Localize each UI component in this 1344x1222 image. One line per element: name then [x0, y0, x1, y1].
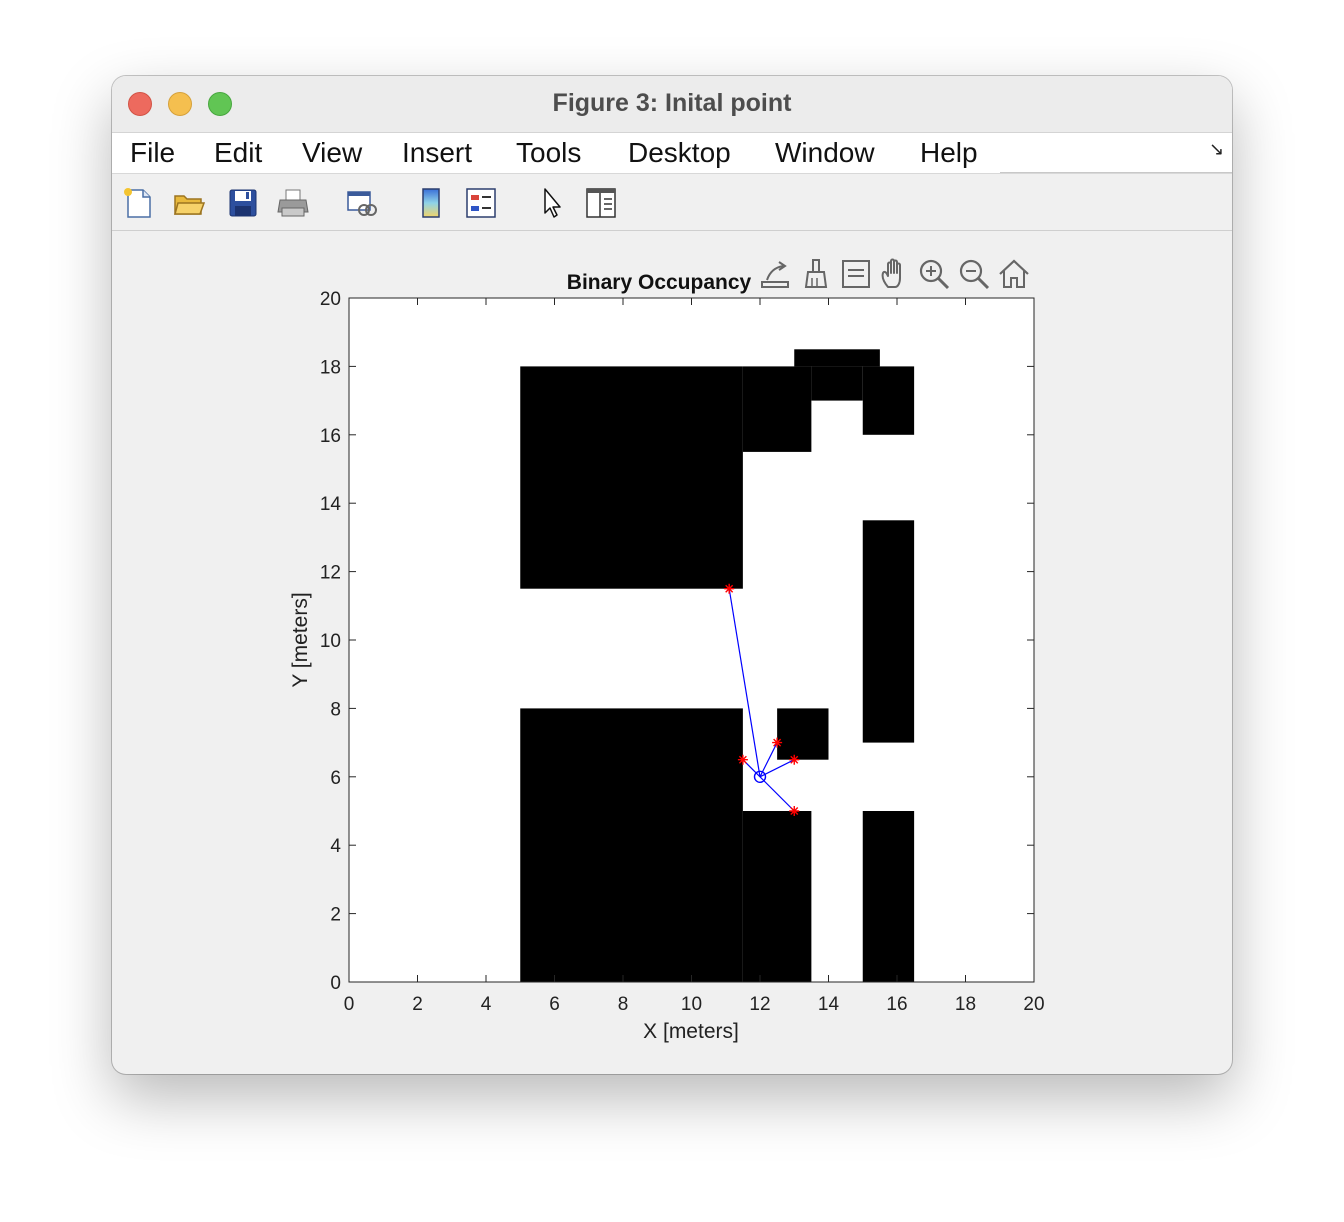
ray-endpoint-marker-4: [789, 806, 800, 816]
y-tick-label: 18: [320, 357, 341, 378]
occupied-cell-0: [520, 366, 743, 589]
ray-endpoint-marker-0: [724, 583, 735, 594]
occupied-cell-1: [742, 366, 812, 452]
y-tick-label: 10: [320, 631, 341, 652]
ray-endpoint-marker-2: [772, 737, 783, 748]
y-tick-label: 6: [330, 768, 341, 789]
occupied-cell-4: [862, 366, 915, 435]
occupied-cell-6: [742, 811, 812, 982]
occupied-cell-3: [794, 349, 880, 367]
occupied-cell-5: [520, 708, 743, 982]
x-tick-label: 6: [549, 994, 560, 1015]
x-tick-label: 14: [818, 994, 840, 1015]
y-tick-label: 8: [330, 699, 341, 720]
y-tick-label: 4: [330, 836, 341, 857]
y-tick-label: 20: [320, 289, 341, 310]
x-tick-label: 18: [955, 994, 976, 1015]
occupied-cell-7: [777, 708, 829, 760]
y-tick-label: 14: [320, 494, 342, 515]
occupancy-plot: Binary Occupancy 0 2 4 6 8 10 12 14 16 18 20 0 2 4 6 8 1…: [289, 271, 1045, 1043]
y-tick-label: 12: [320, 563, 341, 584]
axes[interactable]: 0 2 4 6 8 10 12 14 16 18 20 0 2 4 6 8 10 12 14 16 18 20: [320, 289, 1045, 1015]
x-tick-label: 2: [412, 994, 423, 1015]
plot-title: Binary Occupancy: [567, 271, 752, 294]
ray-endpoint-marker-3: [789, 754, 800, 765]
occupied-cell-8: [862, 520, 915, 743]
x-tick-label: 10: [681, 994, 702, 1015]
x-tick-label: 16: [886, 994, 907, 1015]
x-tick-label: 20: [1023, 994, 1044, 1015]
y-tick-label: 16: [320, 426, 341, 447]
x-tick-label: 8: [618, 994, 629, 1015]
x-tick-label: 0: [344, 994, 355, 1015]
y-axis-label: Y [meters]: [289, 592, 312, 687]
x-axis-label: X [meters]: [643, 1020, 739, 1043]
y-tick-label: 2: [330, 905, 341, 926]
y-tick-label: 0: [330, 973, 341, 994]
ray-endpoint-marker-1: [737, 754, 748, 765]
occupied-cell-2: [811, 366, 863, 401]
x-tick-label: 12: [749, 994, 770, 1015]
occupied-cell-9: [862, 811, 915, 982]
x-tick-label: 4: [481, 994, 492, 1015]
figure-window: Figure 3: Inital point File Edit View In…: [112, 76, 1232, 1074]
